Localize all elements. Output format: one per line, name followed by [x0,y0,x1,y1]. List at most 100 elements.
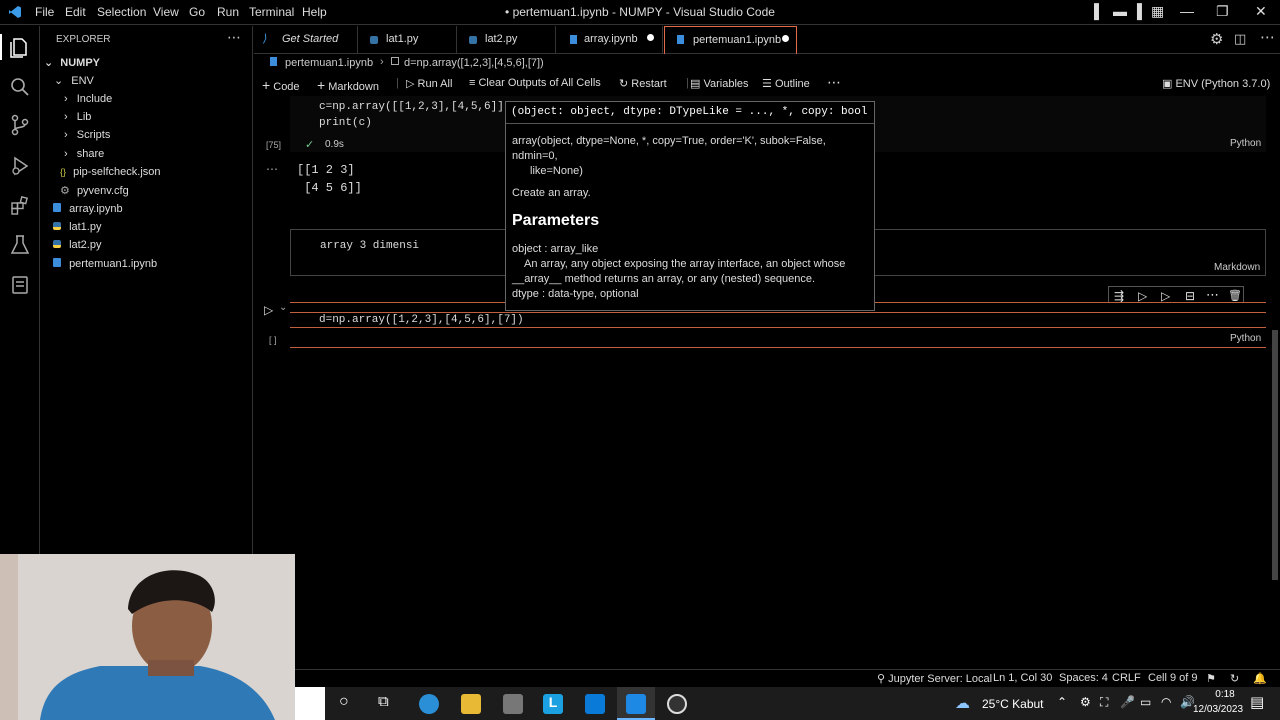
unsaved-dot-icon[interactable] [782,35,789,42]
toggle-sidebar-icon[interactable]: ▌ [1094,3,1104,19]
tab-array-ipynb[interactable]: array.ipynb [556,26,663,54]
search-icon[interactable] [8,75,32,99]
testing-icon[interactable] [8,233,32,257]
clock-date[interactable]: 12/03/2023 [1193,704,1243,715]
add-markdown-cell-button[interactable]: + Markdown [317,77,379,93]
explorer-icon[interactable] [8,36,32,60]
file-explorer-icon[interactable] [461,694,481,714]
restart-button[interactable]: ↻ Restart [619,77,667,90]
app-l-icon[interactable]: L [543,694,563,714]
more-actions-icon[interactable]: ⋯ [1260,28,1275,46]
code-line[interactable]: d=np.array([1,2,3],[4,5,6],[7]) [319,314,524,326]
run-all-button[interactable]: ▷ Run All [406,77,452,90]
webcam-person-image [0,554,295,720]
tree-item-scripts[interactable]: › Scripts [64,129,110,141]
run-below-icon[interactable]: ▷ [1161,289,1170,303]
tree-item-pip-selfcheck[interactable]: {} pip-selfcheck.json [60,166,161,178]
line-ending[interactable]: CRLF [1112,672,1141,684]
tree-item-lat2[interactable]: lat2.py [53,239,101,251]
tree-item-pyvenv[interactable]: ⚙ pyvenv.cfg [60,184,129,197]
outline-button[interactable]: ☰ Outline [762,77,810,90]
run-cell-icon[interactable]: ▷ [264,303,273,317]
notification-center-icon[interactable]: ▤ [1250,693,1264,711]
mail-icon[interactable] [503,694,523,714]
signature-line: (object: object, dtype: DTypeLike = ...,… [506,102,874,124]
add-code-cell-button[interactable]: + Code [262,77,300,93]
toggle-panel-icon[interactable]: ▬ [1113,3,1127,19]
chevron-down-icon[interactable]: ⌄ [279,302,287,313]
indentation[interactable]: Spaces: 4 [1059,672,1108,684]
close-icon[interactable]: ✕ [1255,3,1267,20]
run-by-line-icon[interactable]: ⇶ [1114,289,1124,303]
cell-language[interactable]: Python [1230,333,1261,344]
split-cell-icon[interactable]: ⊟ [1185,289,1195,303]
tree-item-share[interactable]: › share [64,148,104,160]
search-box[interactable] [295,687,325,720]
tree-item-include[interactable]: › Include [64,93,112,105]
obs-icon[interactable] [667,694,687,714]
cortana-icon[interactable]: ○ [339,693,349,711]
clear-outputs-button[interactable]: ≡ Clear Outputs of All Cells [469,77,601,89]
notebook-file-icon [53,258,61,267]
tab-get-started[interactable]: ⟩ Get Started [254,26,358,54]
source-control-icon[interactable] [8,113,32,137]
cell-language[interactable]: Python [1230,138,1261,149]
explorer-more-icon[interactable]: ⋯ [227,29,241,46]
extensions-icon[interactable] [8,194,32,218]
variables-button[interactable]: ▤ Variables [690,77,749,90]
more-actions-icon[interactable]: ⋯ [827,74,841,91]
code-line[interactable]: print(c) [319,117,372,129]
customize-layout-icon[interactable]: ▦ [1151,3,1164,20]
workspace-root[interactable]: ⌄ NUMPY [44,56,100,69]
breadcrumb-cell[interactable]: d=np.array([1,2,3],[4,5,6],[7]) [404,57,544,69]
tree-item-env[interactable]: ⌄ ENV [54,74,94,87]
breadcrumb: pertemuan1.ipynb › d=np.array([1,2,3],[4… [254,54,1280,74]
task-view-icon[interactable]: ⧉ [378,693,389,710]
battery-icon[interactable]: ▭ [1140,695,1151,709]
unsaved-dot-icon[interactable] [647,34,654,41]
vscode-taskbar-button[interactable] [617,687,655,720]
edge-icon[interactable] [419,694,439,714]
kernel-picker[interactable]: ▣ ENV (Python 3.7.0) [1162,77,1270,90]
cell-position[interactable]: Cell 9 of 9 [1148,672,1198,684]
doc-signature: like=None) [530,165,583,177]
cell-language[interactable]: Markdown [1214,262,1260,273]
settings-gear-icon[interactable]: ⚙ [1210,30,1223,48]
toggle-secondary-sidebar-icon[interactable]: ▐ [1132,3,1142,19]
breadcrumb-file[interactable]: pertemuan1.ipynb [285,57,373,69]
delete-cell-icon[interactable]: 🗑 [1228,289,1242,302]
cell-more-icon[interactable]: ⋯ [1206,287,1219,303]
sync-icon[interactable]: ↻ [1230,672,1239,685]
notifications-icon[interactable]: 🔔 [1253,672,1267,685]
tray-chevron-icon[interactable]: ⌃ [1057,695,1067,709]
outlook-icon[interactable] [585,694,605,714]
output-more-icon[interactable]: ⋯ [266,162,278,176]
tray-app-icon[interactable]: ⛶ [1100,695,1108,710]
code-line[interactable]: c=np.array([[1,2,3],[4,5,6]]) [319,101,510,113]
tray-app-icon[interactable]: ⚙ [1080,695,1091,709]
tab-pertemuan1[interactable]: pertemuan1.ipynb [664,26,797,54]
microphone-icon[interactable]: 🎤 [1120,695,1135,709]
tree-item-lat1[interactable]: lat1.py [53,221,101,233]
clock-time[interactable]: 0:18 [1207,689,1243,700]
weather-text[interactable]: 25°C Kabut [982,697,1044,711]
wifi-icon[interactable]: ◠ [1161,695,1171,709]
tree-item-lib[interactable]: › Lib [64,111,91,123]
jupyter-server-status[interactable]: ⚲ Jupyter Server: Local [877,672,992,685]
run-above-icon[interactable]: ▷ [1138,289,1147,303]
toolbar-divider: | [686,77,689,89]
cursor-position[interactable]: Ln 1, Col 30 [993,672,1052,684]
doc-param: dtype : data-type, optional [512,288,639,300]
tree-item-pertemuan1[interactable]: pertemuan1.ipynb [53,258,157,270]
maximize-icon[interactable]: ❐ [1216,3,1229,20]
minimize-icon[interactable]: — [1180,3,1194,19]
split-editor-icon[interactable]: ◫ [1234,31,1246,47]
tab-lat2[interactable]: lat2.py [457,26,556,54]
jupyter-icon[interactable] [8,273,32,297]
feedback-icon[interactable]: ⚑ [1206,672,1216,685]
vertical-scrollbar[interactable] [1272,330,1278,580]
toolbar-divider: | [396,77,399,89]
tree-item-array-ipynb[interactable]: array.ipynb [53,203,123,215]
tab-lat1[interactable]: lat1.py [358,26,457,54]
run-debug-icon[interactable] [8,154,32,178]
